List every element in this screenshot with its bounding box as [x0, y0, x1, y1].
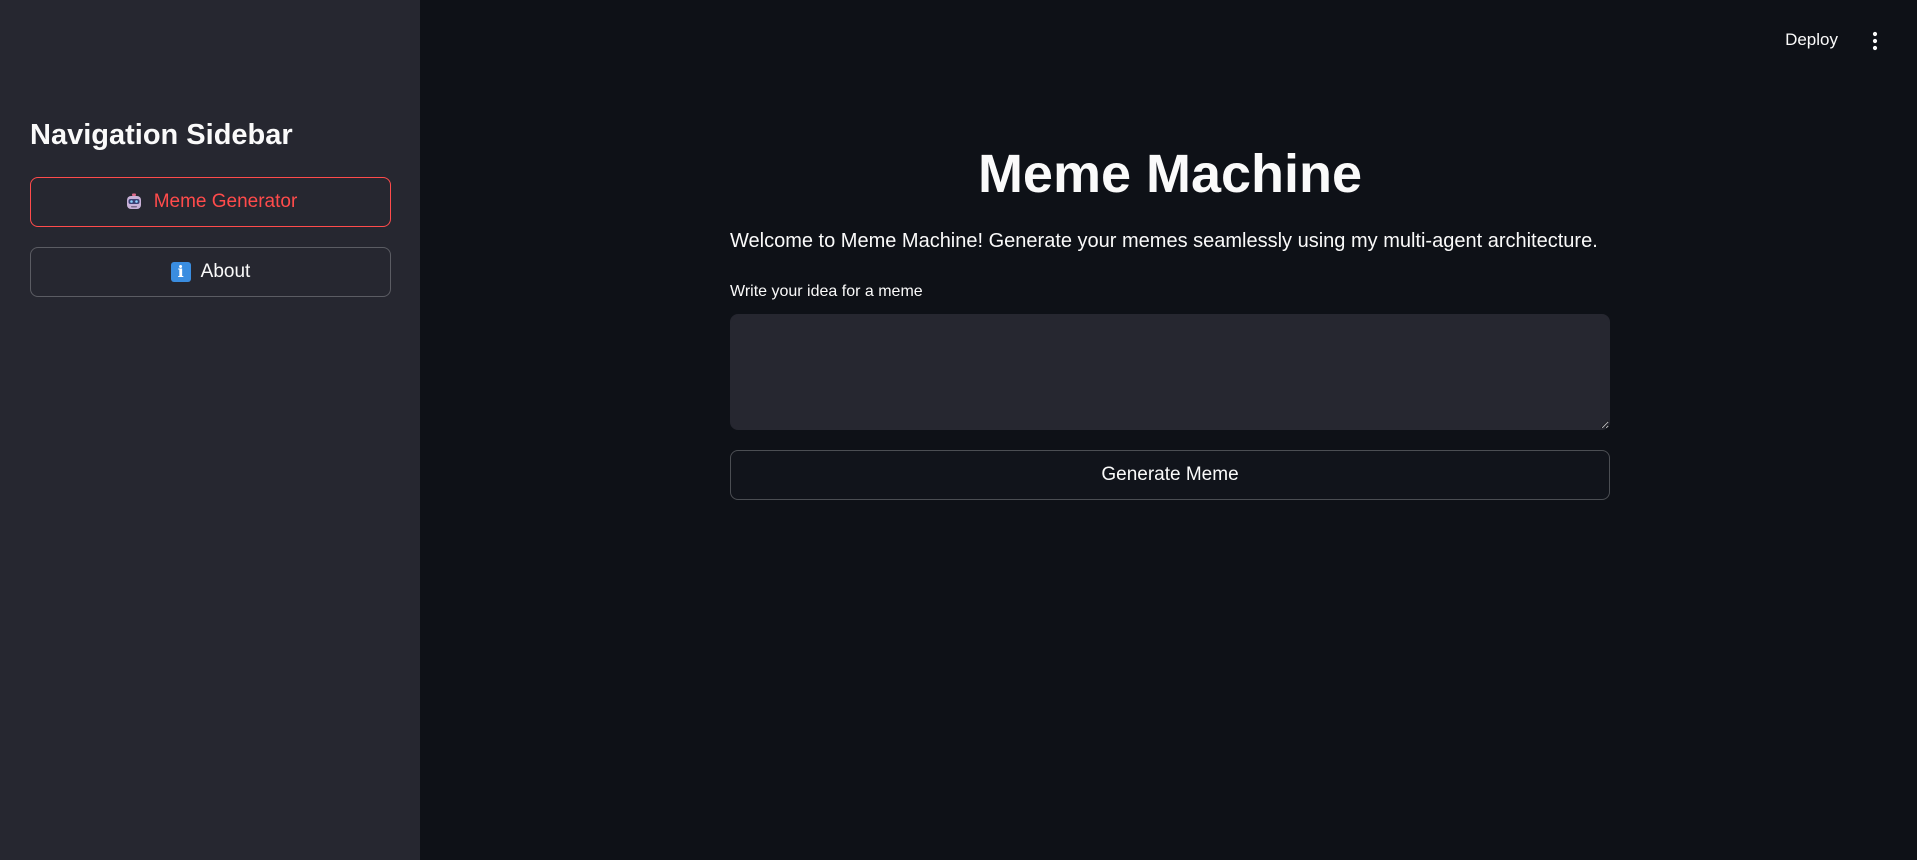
sidebar-title: Navigation Sidebar	[30, 119, 293, 151]
app-root: Navigation Sidebar Meme Generator i Abou…	[0, 0, 1917, 860]
sidebar-item-label: Meme Generator	[153, 191, 298, 212]
meme-idea-label: Write your idea for a meme	[730, 283, 923, 300]
page-title: Meme Machine	[977, 144, 1363, 204]
sidebar-item-about[interactable]: i About	[30, 247, 391, 297]
meme-idea-input[interactable]	[730, 314, 1610, 430]
sidebar-item-label: About	[200, 261, 251, 282]
deploy-button[interactable]: Deploy	[1785, 30, 1838, 50]
welcome-text: Welcome to Meme Machine! Generate your m…	[730, 230, 1598, 252]
info-icon: i	[170, 262, 191, 282]
sidebar: Navigation Sidebar Meme Generator i Abou…	[0, 0, 420, 860]
sidebar-item-meme-generator[interactable]: Meme Generator	[30, 177, 391, 227]
generate-meme-button[interactable]: Generate Meme	[730, 450, 1610, 500]
kebab-menu-icon[interactable]	[1871, 31, 1879, 51]
robot-icon	[124, 192, 144, 212]
